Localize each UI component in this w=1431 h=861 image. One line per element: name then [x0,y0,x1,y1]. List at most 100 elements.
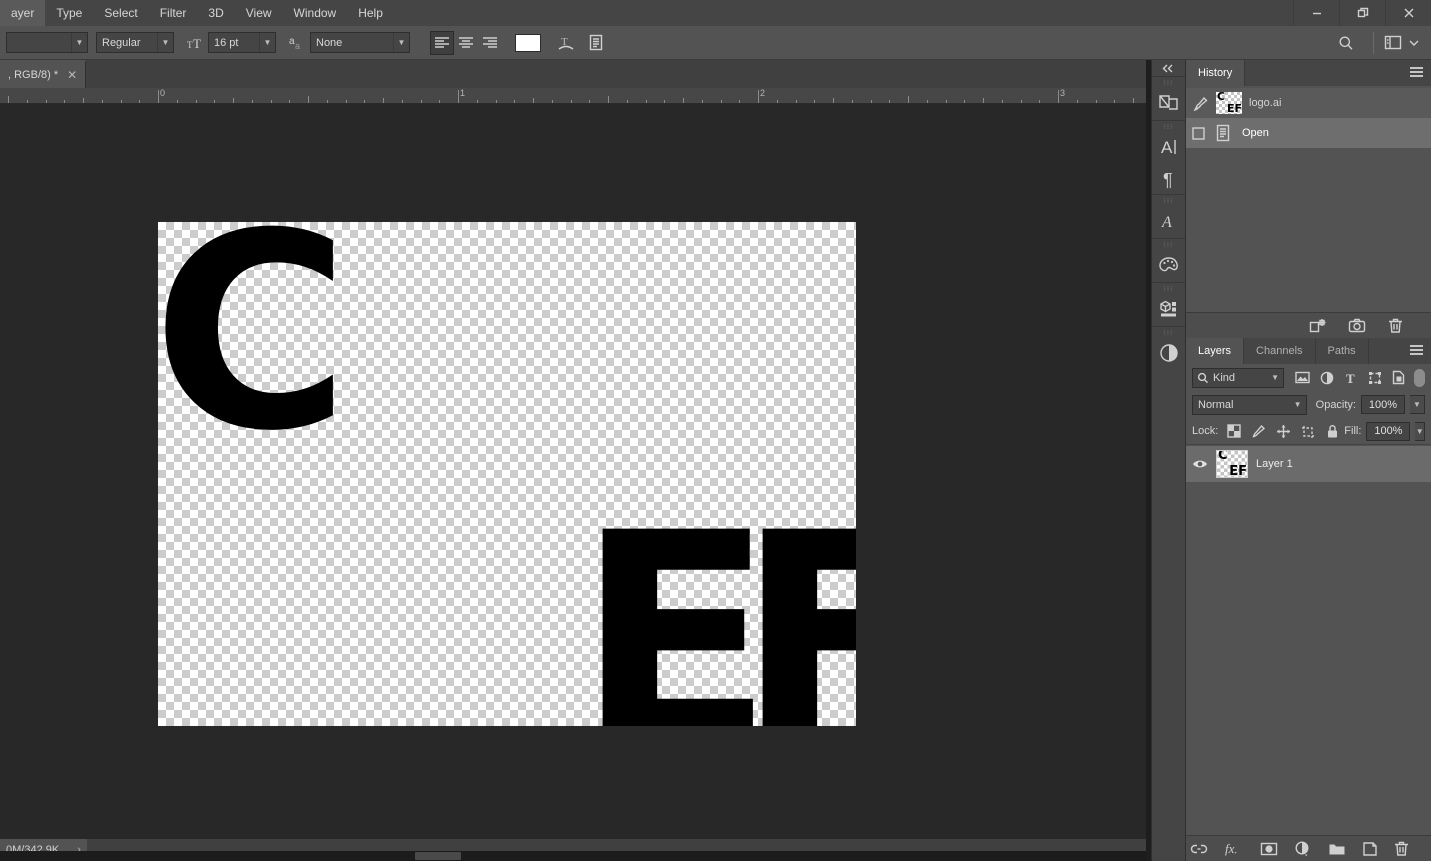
link-layers-icon[interactable] [1190,843,1208,855]
align-center-button[interactable] [454,31,478,55]
minimize-button[interactable] [1293,0,1339,26]
filter-adjustment-icon[interactable] [1320,371,1334,385]
horizontal-scrollbar[interactable] [0,851,1146,861]
workspace-switcher-button[interactable] [1381,31,1405,55]
panel-grip[interactable]: ⁝⁝⁝ [1152,285,1185,293]
new-group-icon[interactable] [1328,842,1346,856]
opacity-input[interactable]: 100% [1361,395,1405,414]
menu-item-help[interactable]: Help [347,0,394,26]
workspace-chevron-icon[interactable] [1405,31,1423,55]
tab-history[interactable]: History [1186,60,1246,86]
layer-row-layer-1[interactable]: C EF Layer 1 [1186,446,1431,482]
delete-layer-icon[interactable] [1394,840,1409,857]
hamburger-icon [1410,67,1423,79]
ruler-label: 2 [760,88,766,98]
font-style-select[interactable]: Regular ▼ [96,32,174,53]
layers-panel-menu-button[interactable] [1410,338,1423,364]
color-icon[interactable] [1152,248,1185,282]
warp-text-button[interactable]: T [554,31,578,55]
glyphs-icon[interactable]: A [1152,204,1185,238]
horizontal-ruler[interactable]: 0 1 2 3 [0,88,1146,104]
thumb-letters-ef: EF [1226,102,1242,114]
filter-pixel-icon[interactable] [1295,371,1310,384]
restore-button[interactable] [1339,0,1385,26]
layer-mask-icon[interactable] [1260,842,1278,856]
menu-item-layer[interactable]: ayer [0,0,46,26]
new-document-from-state-icon[interactable] [1309,318,1326,334]
adjustments-icon[interactable] [1152,336,1185,370]
history-state-row-open[interactable]: Open [1186,118,1431,148]
menu-item-select[interactable]: Select [93,0,148,26]
document-tab[interactable]: , RGB/8) * ✕ [0,60,87,88]
ruler-tick [870,100,872,103]
filter-enable-toggle[interactable] [1414,368,1425,387]
fill-stepper[interactable]: ▼ [1415,421,1425,441]
ruler-tick [8,96,9,103]
lock-image-pixels-icon[interactable] [1251,424,1266,439]
panel-grip[interactable]: ⁝⁝⁝ [1152,329,1185,337]
layer-name[interactable]: Layer 1 [1256,458,1293,470]
ruler-tick [345,100,347,103]
history-snapshot-checkbox[interactable] [1192,126,1205,140]
close-icon[interactable]: ✕ [67,68,77,82]
ruler-tick [1039,100,1041,103]
expand-panels-button[interactable] [1152,60,1185,76]
lock-position-icon[interactable] [1276,424,1291,439]
panel-grip[interactable]: ⁝⁝⁝ [1152,79,1185,87]
lock-transparent-pixels-icon[interactable] [1227,424,1241,438]
panel-grip[interactable]: ⁝⁝⁝ [1152,241,1185,249]
align-right-button[interactable] [478,31,502,55]
paragraph-icon[interactable]: ¶ [1152,164,1185,194]
layer-style-icon[interactable]: fx [1224,841,1244,857]
opacity-stepper[interactable]: ▼ [1410,395,1425,414]
font-size-select[interactable]: 16 pt ▼ [208,32,276,53]
font-family-select[interactable]: ▼ [6,32,88,53]
search-icon[interactable] [1334,31,1358,55]
character-icon[interactable]: A [1152,130,1185,164]
close-button[interactable] [1385,0,1431,26]
hamburger-icon [1410,345,1423,357]
new-adjustment-layer-icon[interactable] [1294,840,1312,857]
menu-item-3d[interactable]: 3D [197,0,234,26]
artboard[interactable]: C E F [158,222,856,726]
text-color-swatch[interactable] [515,33,541,52]
ruler-tick [45,100,47,103]
align-left-button[interactable] [430,30,454,55]
layer-filter-icons: T [1295,370,1405,385]
blend-mode-select[interactable]: Normal ▼ [1192,394,1307,415]
new-snapshot-icon[interactable] [1348,318,1366,333]
panel-grip[interactable]: ⁝⁝⁝ [1152,123,1185,131]
delete-state-icon[interactable] [1388,317,1403,334]
filter-shape-icon[interactable] [1368,371,1382,385]
menu-item-view[interactable]: View [235,0,283,26]
scrollbar-thumb[interactable] [415,852,461,860]
menu-item-window[interactable]: Window [283,0,348,26]
lock-all-icon[interactable] [1326,424,1339,439]
svg-text:¶: ¶ [1163,170,1173,190]
panel-grip[interactable]: ⁝⁝⁝ [1152,197,1185,205]
tab-paths[interactable]: Paths [1315,338,1369,364]
libraries-icon[interactable] [1152,86,1185,120]
new-layer-icon[interactable] [1362,841,1378,857]
ruler-tick [1001,100,1003,103]
tab-channels[interactable]: Channels [1244,338,1316,364]
filter-type-icon[interactable]: T [1344,371,1358,385]
layer-filter-kind-select[interactable]: Kind ▼ [1192,367,1284,388]
layers-panel-tabs: Layers Channels Paths [1186,338,1431,364]
tab-layers[interactable]: Layers [1186,338,1245,364]
menu-item-filter[interactable]: Filter [149,0,198,26]
3d-icon[interactable] [1152,292,1185,326]
anti-alias-select[interactable]: None ▼ [310,32,410,53]
history-snapshot-row[interactable]: C EF logo.ai [1186,88,1431,118]
character-paragraph-panels-button[interactable] [584,31,608,55]
canvas-area[interactable]: C E F [0,104,1146,839]
ruler-tick [833,98,834,103]
font-style-value: Regular [102,36,141,49]
filter-smart-object-icon[interactable] [1392,370,1405,385]
layer-visibility-eye-icon[interactable] [1192,458,1208,470]
layer-thumbnail[interactable]: C EF [1216,450,1248,478]
lock-artboard-nesting-icon[interactable] [1301,424,1316,439]
fill-input[interactable]: 100% [1366,421,1411,441]
history-panel-menu-button[interactable] [1410,60,1423,86]
menu-item-type[interactable]: Type [45,0,93,26]
